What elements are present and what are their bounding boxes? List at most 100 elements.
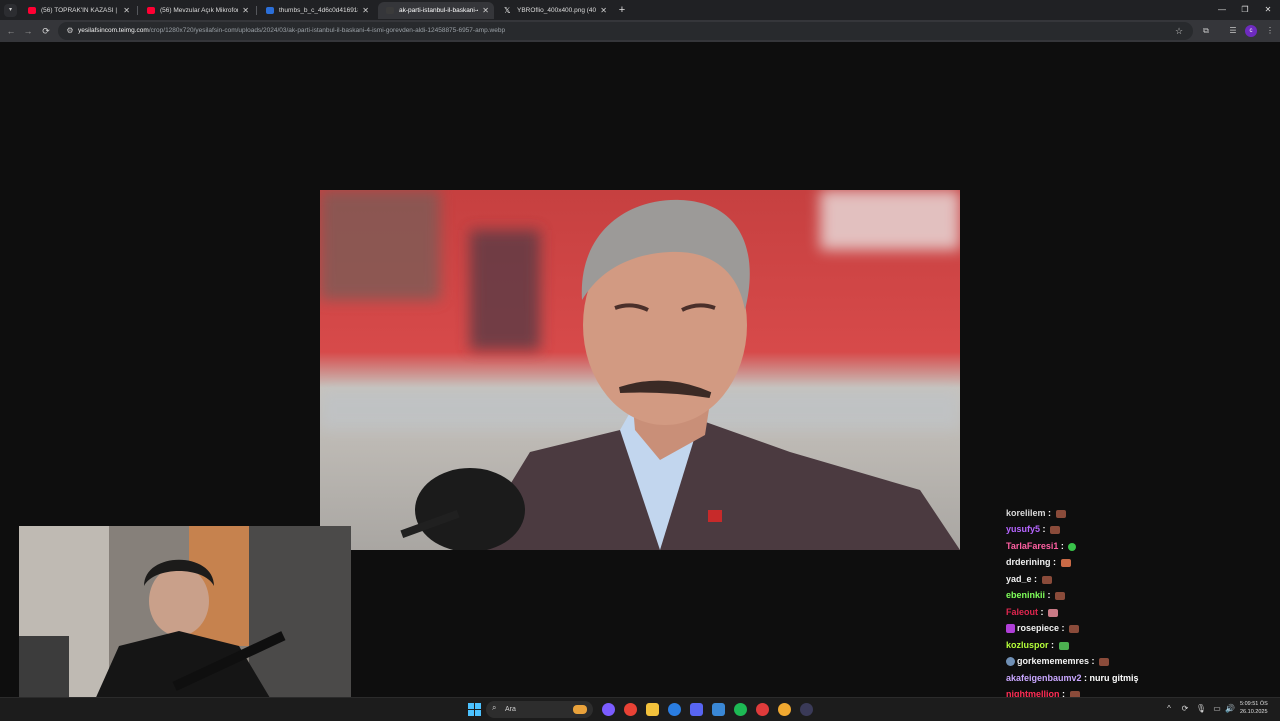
close-icon[interactable]: ✕: [362, 2, 369, 19]
tab-title: YBROflio_400x400.png (400×40: [517, 7, 596, 14]
address-bar[interactable]: ⚙ yesilafsincom.teimg.com/crop/1280x720/…: [58, 22, 1193, 40]
site-info-icon[interactable]: ⚙: [64, 25, 76, 37]
url-host: yesilafsincom.teimg.com: [78, 27, 149, 34]
emote-icon: [1055, 509, 1066, 518]
tab-1[interactable]: (56) TOPRAK'IN KAZASI | 5Sirch ✕: [20, 2, 135, 19]
chat-message: korelilem :: [1006, 505, 1066, 521]
chat-username: gorkemememres: [1017, 656, 1090, 666]
close-icon[interactable]: ✕: [242, 2, 249, 19]
chat-username: drderining: [1006, 557, 1051, 567]
emote-icon: [1055, 591, 1066, 600]
chat-message: drderining :: [1006, 554, 1071, 570]
chrome-active-icon[interactable]: [778, 703, 791, 716]
profile-avatar[interactable]: c: [1245, 25, 1257, 37]
url-text: yesilafsincom.teimg.com/crop/1280x720/ye…: [78, 22, 505, 40]
image-icon: [386, 7, 394, 14]
chat-username: korelilem: [1006, 508, 1046, 518]
reading-list-icon[interactable]: ☰: [1226, 24, 1240, 38]
chat-username: yusufy5: [1006, 524, 1041, 534]
close-icon[interactable]: ✕: [600, 2, 607, 19]
chat-username: kozluspor: [1006, 640, 1049, 650]
tab-3[interactable]: thumbs_b_c_4d6c0d41691897 ✕: [258, 2, 374, 19]
webcam-video: [19, 526, 351, 713]
emote-icon: [1069, 624, 1080, 633]
extensions-icon[interactable]: ⧉: [1199, 24, 1213, 38]
chat-text: nuru gitmiş: [1089, 673, 1139, 683]
youtube-icon: [28, 7, 36, 14]
chat-message: gorkemememres :: [1006, 653, 1110, 669]
close-window-icon[interactable]: ✕: [1258, 2, 1278, 18]
tab-5[interactable]: 𝕏 YBROflio_400x400.png (400×40 ✕: [496, 2, 612, 19]
search-icon: ⌕: [492, 703, 497, 712]
emote-icon: [1068, 542, 1077, 551]
chat-separator: :: [1058, 541, 1064, 551]
close-icon[interactable]: ✕: [123, 2, 130, 19]
spotify-icon[interactable]: [734, 703, 747, 716]
portrait-photo: [320, 190, 960, 550]
reload-icon[interactable]: ⟳: [39, 24, 53, 38]
chat-separator: :: [1031, 574, 1038, 584]
file-explorer-icon[interactable]: [646, 703, 659, 716]
search-label: Ara: [505, 706, 516, 713]
chat-separator: :: [1048, 640, 1055, 650]
mic-icon[interactable]: 🎙: [1195, 702, 1207, 716]
restore-icon[interactable]: ❐: [1235, 2, 1255, 18]
subscriber-badge-icon: [1006, 624, 1015, 634]
chat-username: Faleout: [1006, 607, 1039, 617]
emote-icon: [1060, 558, 1071, 567]
tab-2[interactable]: (56) Mevzular Açık Mikrofon | 8 ✕: [139, 2, 254, 19]
tab-title: ak-parti-istanbul-il-baskani-4-isi: [399, 7, 478, 14]
image-icon: [266, 7, 274, 14]
clock-date[interactable]: 26.10.2025: [1240, 709, 1268, 715]
ccleaner-icon[interactable]: [668, 703, 681, 716]
copilot-icon[interactable]: [602, 703, 615, 716]
tab-search-button[interactable]: ▾: [4, 4, 17, 17]
store-icon[interactable]: [712, 703, 725, 716]
emote-icon: [1048, 608, 1059, 617]
chrome-icon[interactable]: [624, 703, 637, 716]
chat-separator: :: [1081, 673, 1090, 683]
url-path: /crop/1280x720/yesilafsin-com/uploads/20…: [148, 27, 506, 34]
chevron-up-icon[interactable]: ^: [1163, 702, 1175, 716]
minimize-icon[interactable]: —: [1212, 2, 1232, 18]
tab-4-active[interactable]: ak-parti-istanbul-il-baskani-4-isi ✕: [378, 2, 494, 19]
tab-title: (56) Mevzular Açık Mikrofon | 8: [160, 7, 238, 14]
forward-arrow-icon[interactable]: →: [21, 24, 35, 38]
network-icon[interactable]: ▭: [1211, 702, 1223, 716]
chat-username: akafeigenbaumv2: [1006, 673, 1082, 683]
menu-kebab-icon[interactable]: ⋮: [1263, 24, 1277, 38]
chat-separator: :: [1040, 524, 1046, 534]
emote-icon: [1041, 575, 1052, 584]
tab-title: thumbs_b_c_4d6c0d41691897: [279, 7, 358, 14]
discord-icon[interactable]: [690, 703, 703, 716]
emote-icon: [1058, 641, 1069, 650]
x-logo-icon: 𝕏: [504, 6, 511, 15]
chat-separator: :: [1045, 508, 1052, 518]
sync-icon[interactable]: ⟳: [1179, 702, 1191, 716]
chat-message: yad_e :: [1006, 571, 1052, 587]
close-icon[interactable]: ✕: [482, 2, 489, 19]
clock-time[interactable]: 5:09:51 ÖS: [1240, 701, 1268, 707]
chat-separator: :: [1050, 557, 1056, 567]
chat-username: ebeninkii: [1006, 590, 1046, 600]
bookmark-star-icon[interactable]: ☆: [1173, 25, 1185, 37]
browser-toolbar: ← → ⟳ ⚙ yesilafsincom.teimg.com/crop/128…: [0, 20, 1280, 42]
obs-icon[interactable]: [800, 703, 813, 716]
back-arrow-icon[interactable]: ←: [4, 24, 18, 38]
chat-separator: :: [1059, 623, 1065, 633]
chat-separator: :: [1089, 656, 1095, 666]
volume-icon[interactable]: 🔊: [1224, 702, 1236, 716]
webcam-feed: [19, 526, 351, 713]
windows-start-icon[interactable]: [468, 703, 481, 716]
tab-strip: ▾ (56) TOPRAK'IN KAZASI | 5Sirch ✕ (56) …: [0, 0, 1280, 20]
stream-chat-overlay: korelilem : yusufy5 : TarlaFaresi1 : drd…: [1000, 505, 1270, 720]
tab-divider: [137, 6, 138, 15]
new-tab-button[interactable]: +: [615, 2, 629, 18]
taskbar-search[interactable]: ⌕ Ara: [486, 701, 593, 718]
chat-message: ebeninkii :: [1006, 587, 1066, 603]
app-red-icon[interactable]: [756, 703, 769, 716]
chat-message: TarlaFaresi1 :: [1006, 538, 1077, 554]
tab-title: (56) TOPRAK'IN KAZASI | 5Sirch: [41, 7, 119, 14]
chat-username: TarlaFaresi1: [1006, 541, 1059, 551]
chat-separator: :: [1045, 590, 1051, 600]
